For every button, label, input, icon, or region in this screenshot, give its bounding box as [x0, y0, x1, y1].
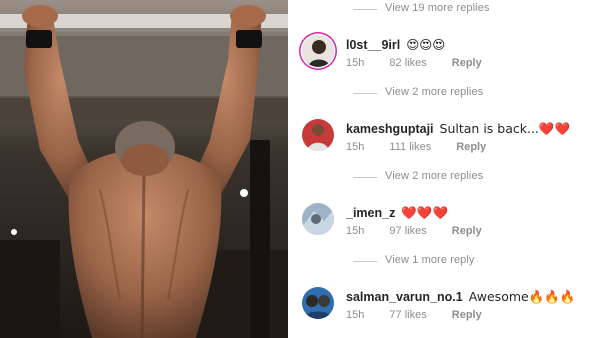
avatar-image [302, 287, 334, 319]
view-more-replies-link[interactable]: View 19 more replies [353, 2, 490, 14]
avatar[interactable] [302, 203, 334, 235]
comment-text-line: _imen_z ❤️❤️❤️ [346, 205, 448, 221]
reply-button[interactable]: Reply [456, 141, 486, 153]
comment-item: _imen_z ❤️❤️❤️ 15h 97 likes Reply [288, 203, 600, 253]
post-photo [0, 0, 288, 338]
reply-button[interactable]: Reply [452, 225, 482, 237]
comment-body: Sultan is back...❤️❤️ [439, 121, 571, 136]
comment-time: 15h [346, 309, 365, 321]
comment-likes[interactable]: 77 likes [389, 309, 426, 321]
avatar-image [302, 203, 334, 235]
comment-body: 😍😍😍 [406, 37, 446, 52]
comment-item: l0st__9irl 😍😍😍 15h 82 likes Reply [288, 35, 600, 85]
comment-time: 15h [346, 141, 365, 153]
comment-likes[interactable]: 97 likes [389, 225, 426, 237]
comment-username[interactable]: salman_varun_no.1 [346, 290, 463, 304]
comment-item: kameshguptaji Sultan is back...❤️❤️ 15h 1… [288, 119, 600, 169]
comment-username[interactable]: kameshguptaji [346, 122, 434, 136]
avatar[interactable] [302, 35, 334, 67]
comment-meta: 15h 77 likes Reply [346, 309, 504, 321]
avatar-image [302, 119, 334, 151]
comment-likes[interactable]: 111 likes [389, 141, 431, 153]
gym-photo-illustration [0, 0, 288, 338]
comment-time: 15h [346, 225, 365, 237]
comment-likes[interactable]: 82 likes [389, 57, 426, 69]
comment-meta: 15h 82 likes Reply [346, 57, 504, 69]
comment-body: ❤️❤️❤️ [401, 205, 449, 220]
comment-text-line: l0st__9irl 😍😍😍 [346, 37, 445, 52]
comment-item: salman_varun_no.1 Awesome🔥🔥🔥 15h 77 likes… [288, 287, 600, 337]
avatar-image [302, 35, 334, 67]
comment-meta: 15h 111 likes Reply [346, 141, 508, 153]
view-more-replies-link[interactable]: View 2 more replies [352, 86, 483, 98]
comment-username[interactable]: l0st__9irl [346, 38, 400, 52]
avatar[interactable] [302, 119, 334, 151]
comment-text-line: salman_varun_no.1 Awesome🔥🔥🔥 [346, 289, 575, 305]
view-more-replies-link[interactable]: View 1 more reply [353, 254, 475, 266]
reply-button[interactable]: Reply [452, 309, 482, 321]
view-more-replies-link[interactable]: View 2 more replies [352, 170, 483, 182]
comment-username[interactable]: _imen_z [346, 206, 395, 220]
comments-panel: View 19 more replies l0st__9irl 😍😍😍 15h 8… [288, 0, 600, 338]
reply-button[interactable]: Reply [452, 57, 482, 69]
comment-time: 15h [346, 57, 365, 69]
comment-body: Awesome🔥🔥🔥 [468, 289, 576, 304]
avatar[interactable] [302, 287, 334, 319]
comment-text-line: kameshguptaji Sultan is back...❤️❤️ [346, 121, 570, 137]
comment-meta: 15h 97 likes Reply [346, 225, 504, 237]
